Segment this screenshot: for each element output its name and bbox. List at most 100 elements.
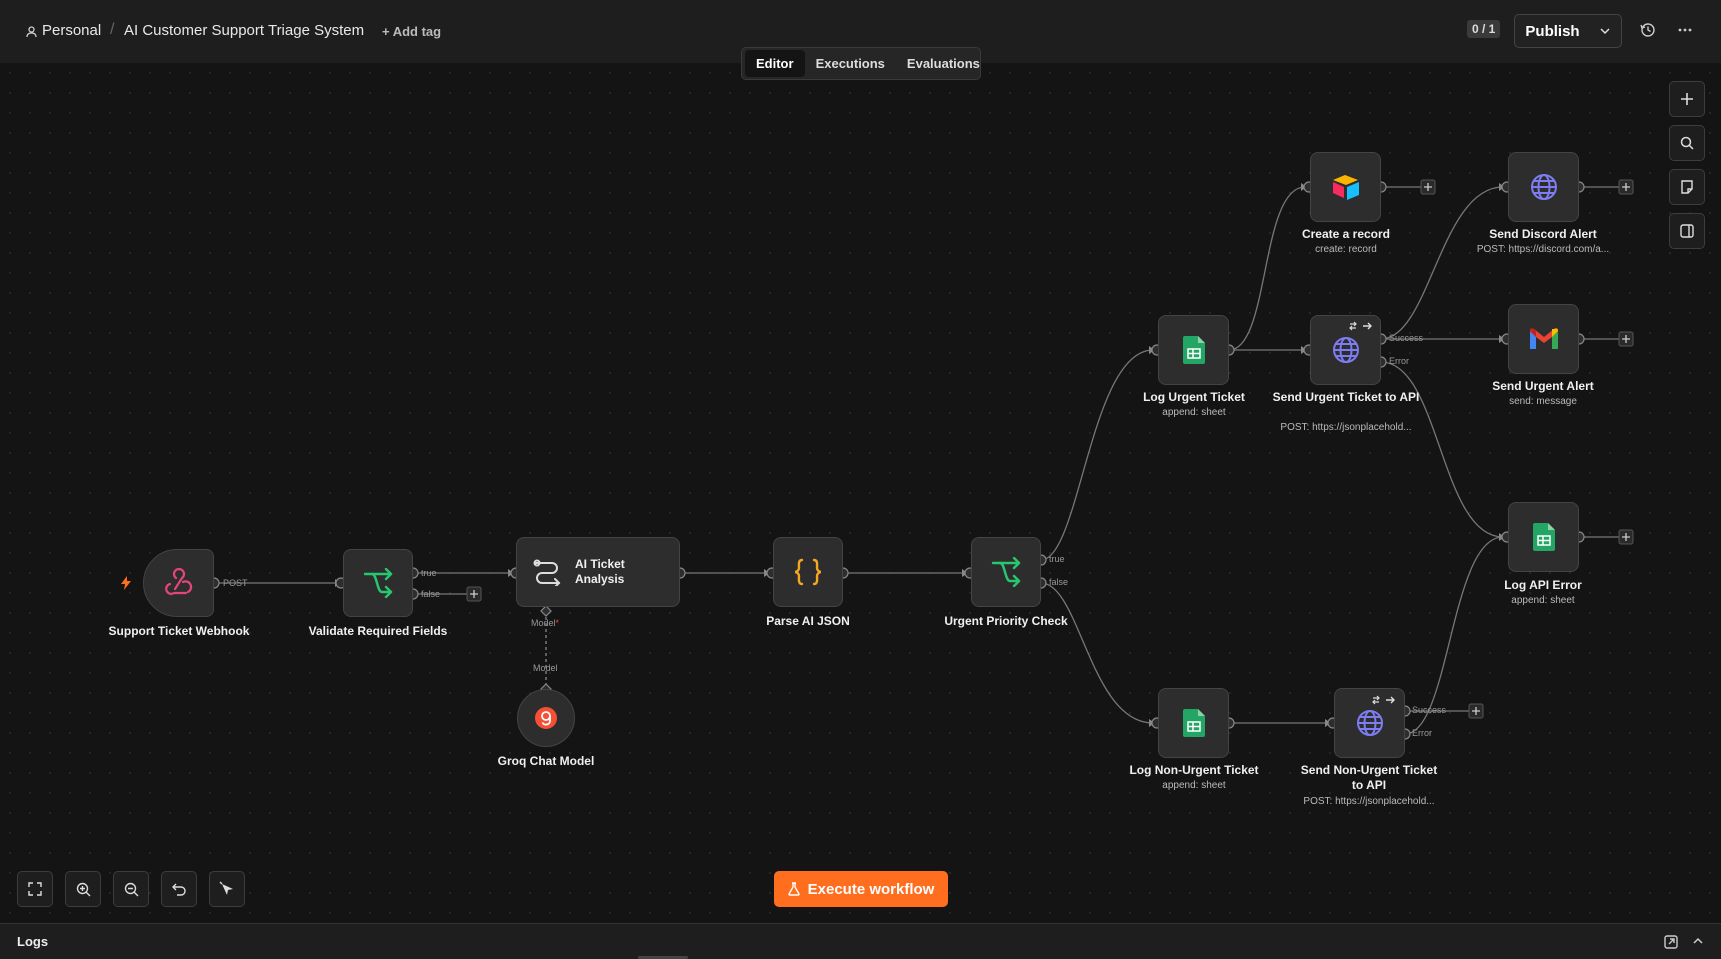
google-sheets-icon <box>1182 709 1205 737</box>
logs-title: Logs <box>17 934 49 949</box>
port-label-false: false <box>421 589 441 599</box>
node-support-ticket-webhook[interactable] <box>143 549 214 617</box>
edge-api-discord <box>1380 186 1504 340</box>
zoom-in-icon <box>76 882 90 896</box>
view-tabs: Editor Executions Evaluations <box>741 47 981 80</box>
user-icon <box>26 26 37 38</box>
node-urgent-priority-check[interactable] <box>971 537 1041 607</box>
node-groq-chat-model[interactable] <box>517 689 575 747</box>
breadcrumb-workspace[interactable]: Personal <box>42 22 101 39</box>
retry-arrow-icon <box>1349 321 1372 331</box>
node-label: Create a record <box>1301 227 1391 241</box>
port-label-model-out: Model <box>533 663 558 673</box>
search-icon <box>1680 136 1694 150</box>
version-counter: 0 / 1 <box>1467 20 1501 38</box>
toggle-panel-button[interactable] <box>1669 213 1705 249</box>
history-icon[interactable] <box>1639 21 1657 39</box>
port-label-model: Model* <box>531 618 560 628</box>
zoom-out-icon <box>124 882 138 896</box>
gmail-icon <box>1529 328 1558 349</box>
node-label: Log API Error <box>1504 578 1582 592</box>
more-options-icon[interactable] <box>1676 21 1694 39</box>
magic-wand-icon <box>219 881 233 895</box>
retry-arrow-icon <box>1372 695 1395 705</box>
node-log-non-urgent-ticket[interactable] <box>1158 688 1229 758</box>
globe-icon <box>1356 710 1383 736</box>
node-send-urgent-alert[interactable] <box>1508 304 1579 374</box>
zoom-in-button[interactable] <box>65 871 101 907</box>
execute-workflow-button[interactable]: Execute workflow <box>774 871 948 907</box>
pop-out-icon[interactable] <box>1664 935 1678 949</box>
publish-dropdown-button[interactable] <box>1589 14 1622 48</box>
add-tag-button[interactable]: + Add tag <box>382 24 441 39</box>
edge-logurgent-create <box>1228 186 1306 351</box>
logs-panel-bar[interactable]: Logs <box>0 923 1721 959</box>
node-subtitle: send: message <box>1509 396 1577 407</box>
webhook-icon <box>164 568 192 595</box>
node-label: Send Non-Urgent Ticket to API <box>1300 763 1438 792</box>
port-label-true: true <box>421 568 437 578</box>
publish-button[interactable]: Publish <box>1514 14 1591 48</box>
execute-workflow-label: Execute workflow <box>807 880 935 898</box>
tab-evaluations[interactable]: Evaluations <box>896 50 991 77</box>
tab-editor[interactable]: Editor <box>745 50 805 77</box>
node-label: Send Discord Alert <box>1489 227 1597 241</box>
chevron-up-icon[interactable] <box>1692 937 1704 945</box>
chevron-down-icon <box>1600 28 1610 35</box>
code-braces-icon <box>794 558 822 586</box>
port-label-post: POST <box>223 578 248 588</box>
google-sheets-icon <box>1182 336 1205 364</box>
node-label: Log Urgent Ticket <box>1143 390 1245 404</box>
port-label-error: Error <box>1389 356 1409 366</box>
search-nodes-button[interactable] <box>1669 125 1705 161</box>
node-send-discord-alert[interactable] <box>1508 152 1579 222</box>
fit-view-button[interactable] <box>17 871 53 907</box>
node-subtitle: append: sheet <box>1162 407 1226 418</box>
zoom-out-button[interactable] <box>113 871 149 907</box>
if-branch-icon <box>363 568 393 598</box>
connections-layer <box>208 179 1634 740</box>
breadcrumb-separator: / <box>110 21 115 38</box>
port-label-false: false <box>1049 577 1069 587</box>
node-label: AI Ticket Analysis <box>575 557 625 586</box>
node-subtitle: POST: https://discord.com/a... <box>1476 244 1610 255</box>
node-label: Validate Required Fields <box>308 624 448 638</box>
port-label-success: Success <box>1412 705 1447 715</box>
airtable-icon <box>1332 175 1359 200</box>
node-subtitle: append: sheet <box>1511 595 1575 606</box>
add-node-button[interactable] <box>1669 81 1705 117</box>
undo-button[interactable] <box>161 871 197 907</box>
node-subtitle: append: sheet <box>1162 780 1226 791</box>
globe-icon <box>1332 337 1359 363</box>
ai-agent-icon <box>533 559 561 586</box>
panel-icon <box>1680 224 1694 238</box>
node-parse-ai-json[interactable] <box>773 537 843 607</box>
tab-executions[interactable]: Executions <box>805 50 896 77</box>
node-subtitle: POST: https://jsonplacehold... <box>1303 796 1435 807</box>
workflow-title[interactable]: AI Customer Support Triage System <box>124 22 364 39</box>
groq-icon <box>535 707 557 729</box>
node-label: Send Urgent Alert <box>1492 379 1594 393</box>
google-sheets-icon <box>1532 523 1555 551</box>
sticky-note-button[interactable] <box>1669 169 1705 205</box>
port-label-error: Error <box>1412 728 1432 738</box>
undo-icon <box>171 883 186 896</box>
workflow-canvas[interactable]: POST Support Ticket Webhook true false V… <box>0 63 1721 923</box>
edge-urgent-false <box>1040 582 1154 724</box>
plus-icon <box>1681 93 1693 105</box>
globe-icon <box>1530 174 1557 200</box>
trigger-bolt-icon <box>121 576 131 590</box>
node-log-api-error[interactable] <box>1508 502 1579 572</box>
node-log-urgent-ticket[interactable] <box>1158 315 1229 385</box>
node-create-a-record[interactable] <box>1310 152 1381 222</box>
node-subtitle: POST: https://jsonplacehold... <box>1280 422 1412 433</box>
node-label: Groq Chat Model <box>497 754 595 768</box>
sticky-note-icon <box>1681 180 1693 194</box>
node-validate-required-fields[interactable] <box>343 549 413 617</box>
node-label: Support Ticket Webhook <box>108 624 250 638</box>
if-branch-icon <box>991 557 1021 587</box>
port-label-success: Success <box>1389 333 1424 343</box>
node-label: Log Non-Urgent Ticket <box>1129 763 1259 777</box>
tidy-up-button[interactable] <box>209 871 245 907</box>
port-label-true: true <box>1049 554 1065 564</box>
